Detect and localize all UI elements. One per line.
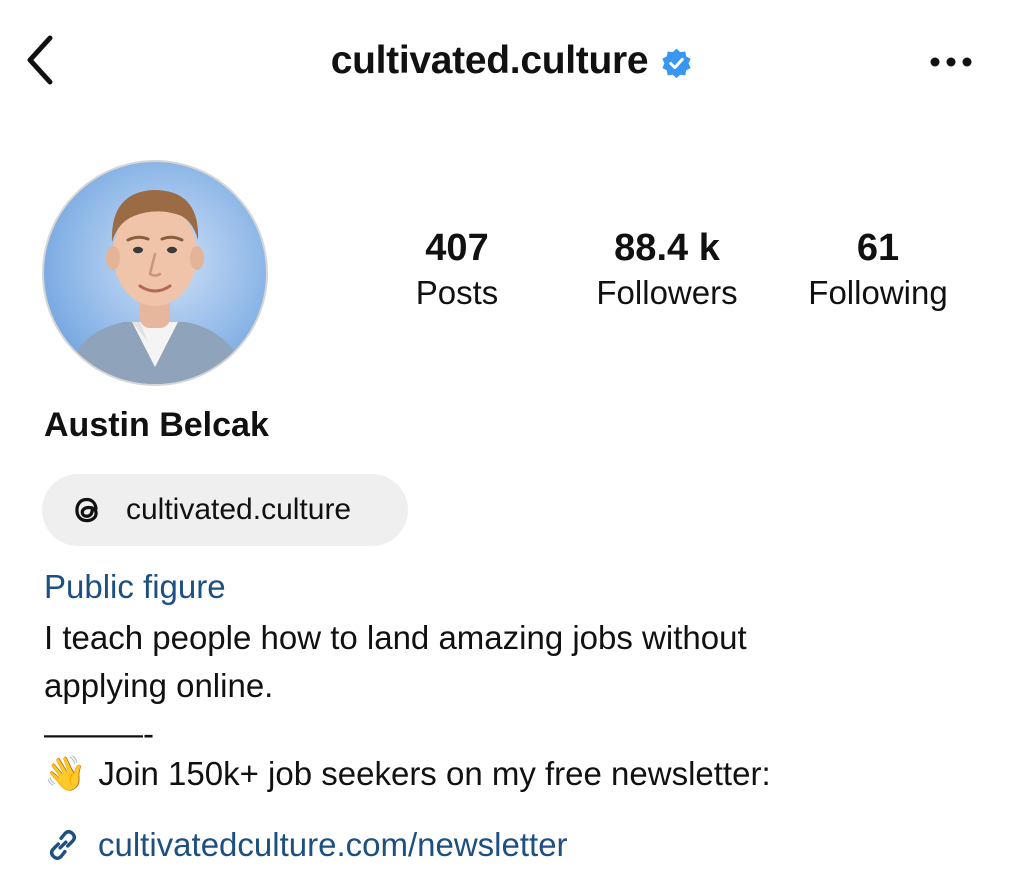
newsletter-text: Join 150k+ job seekers on my free newsle… [98, 755, 771, 792]
following-count: 61 [856, 227, 900, 269]
followers-label: Followers [596, 274, 738, 311]
threads-link-button[interactable]: cultivated.culture [42, 474, 408, 546]
more-horizontal-icon [930, 57, 972, 67]
posts-label: Posts [415, 274, 499, 311]
posts-count: 407 [425, 227, 489, 269]
bio-line: applying online. [44, 667, 274, 704]
full-name: Austin Belcak [44, 406, 269, 444]
external-link[interactable]: cultivatedculture.com/newsletter [44, 826, 568, 864]
avatar[interactable] [42, 160, 268, 386]
bio-line: I teach people how to land amazing jobs … [44, 619, 747, 656]
bio-divider: ———- [44, 715, 154, 752]
link-icon [49, 830, 77, 860]
newsletter-line: 👋 Join 150k+ job seekers on my free news… [44, 754, 771, 794]
threads-handle: cultivated.culture [126, 493, 352, 526]
profile-screen: cultivated.culture 407 Posts 88.4 k Foll… [0, 0, 1024, 885]
avatar-photo [64, 190, 248, 384]
verified-badge-icon [662, 48, 691, 78]
stat-posts[interactable]: 407 Posts [396, 226, 518, 316]
header-title: cultivated.culture [0, 36, 1024, 86]
stat-following[interactable]: 61 Following [790, 226, 966, 316]
stat-followers[interactable]: 88.4 k Followers [580, 226, 754, 316]
followers-count: 88.4 k [614, 227, 720, 269]
more-options-button[interactable] [926, 42, 976, 82]
waving-hand-icon: 👋 [44, 755, 87, 793]
threads-icon [75, 497, 98, 523]
username: cultivated.culture [330, 39, 649, 82]
profile-category: Public figure [44, 568, 226, 605]
following-label: Following [808, 274, 948, 311]
bio: I teach people how to land amazing jobs … [44, 614, 944, 758]
link-text: cultivatedculture.com/newsletter [98, 826, 568, 863]
